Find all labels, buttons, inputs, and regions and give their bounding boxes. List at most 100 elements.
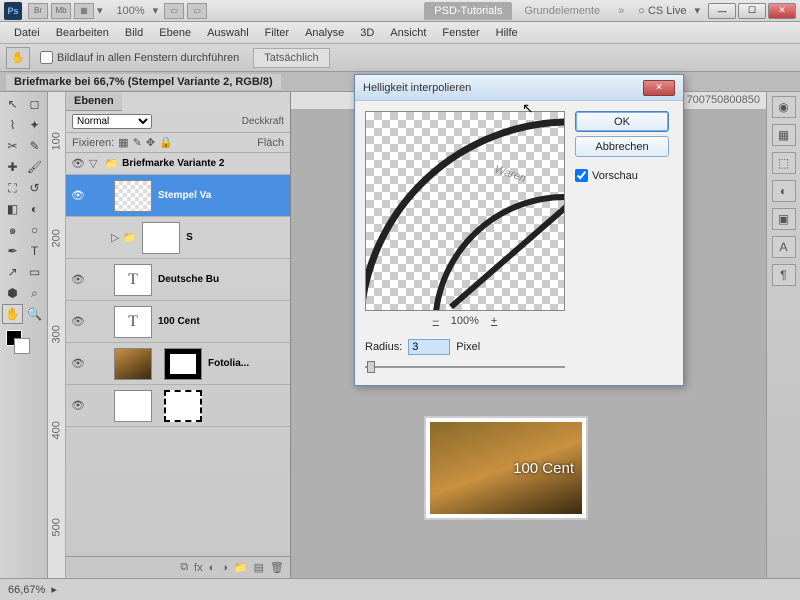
3d-tool[interactable]: ⬢ [2,283,23,303]
paragraph-panel-icon[interactable]: ¶ [772,264,796,286]
layer-thumbnail[interactable]: T [114,306,152,338]
lock-all-icon[interactable]: 🔒 [159,136,173,149]
layer-row[interactable]: 👁 [66,385,290,427]
menu-analyse[interactable]: Analyse [297,27,352,39]
layer-thumbnail[interactable] [114,348,152,380]
character-panel-icon[interactable]: A [772,236,796,258]
color-panel-icon[interactable]: ◉ [772,96,796,118]
layer-thumbnail[interactable]: T [114,264,152,296]
adjustments-panel-icon[interactable]: ◐ [772,180,796,202]
menu-ebene[interactable]: Ebene [151,27,199,39]
minimize-button[interactable]: — [708,3,736,19]
layer-thumbnail[interactable] [114,390,152,422]
color-swatches[interactable] [2,330,45,358]
layer-mask-thumbnail[interactable] [164,390,202,422]
current-tool-icon[interactable]: ✋ [6,47,30,69]
menu-hilfe[interactable]: Hilfe [488,27,526,39]
menu-filter[interactable]: Filter [257,27,297,39]
layer-thumbnail[interactable] [142,222,180,254]
layer-mask-thumbnail[interactable] [164,348,202,380]
status-zoom[interactable]: 66,67% [8,584,45,596]
chevron-right-icon[interactable]: » [618,5,624,17]
blend-mode-select[interactable]: Normal [72,114,152,129]
dialog-close-button[interactable]: ✕ [643,80,675,96]
hand-tool[interactable]: ✋ [2,304,23,324]
radius-input[interactable] [408,339,450,355]
eraser-tool[interactable]: ◧ [2,199,23,219]
radius-slider[interactable] [365,359,565,375]
menu-ansicht[interactable]: Ansicht [382,27,434,39]
crop-tool[interactable]: ✂ [2,136,23,156]
styles-panel-icon[interactable]: ⬚ [772,152,796,174]
lock-pixels-icon[interactable]: ✎ [133,136,142,149]
zoom-level[interactable]: 100% [117,5,145,17]
swatches-panel-icon[interactable]: ▦ [772,124,796,146]
actual-pixels-button[interactable]: Tatsächlich [253,48,329,68]
layer-row[interactable]: 👁 T Deutsche Bu [66,259,290,301]
dialog-titlebar[interactable]: Helligkeit interpolieren ✕ [355,75,683,101]
visibility-icon[interactable]: 👁 [70,357,86,370]
dropdown-icon[interactable]: ▾ [694,4,700,17]
pen-tool[interactable]: ✒ [2,241,23,261]
marquee-tool[interactable]: ◻ [24,94,45,114]
document-tab[interactable]: Briefmarke bei 66,7% (Stempel Variante 2… [6,74,281,90]
blur-tool[interactable]: ๑ [2,220,23,240]
layers-tab[interactable]: Ebenen [66,92,122,111]
visibility-icon[interactable]: 👁 [70,273,86,286]
menu-3d[interactable]: 3D [352,27,382,39]
background-color[interactable] [14,338,30,354]
lasso-tool[interactable]: ⌇ [2,115,23,135]
slider-thumb[interactable] [367,361,375,373]
healing-tool[interactable]: ✚ [2,157,23,177]
layer-thumbnail[interactable] [114,180,152,212]
lock-position-icon[interactable]: ✥ [146,136,155,149]
disclosure-triangle-icon[interactable]: ▽ [89,157,97,170]
layer-group[interactable]: 👁 ▽ 📁 Briefmarke Variante 2 [66,153,290,175]
preview-checkbox[interactable]: Vorschau [575,169,669,182]
3d-camera-tool[interactable]: ⌕ [24,283,45,303]
shape-tool[interactable]: ▭ [24,262,45,282]
lock-transparency-icon[interactable]: ▦ [118,136,128,149]
view-extras-button[interactable]: ▦ [74,3,94,19]
stamp-tool[interactable]: ⛶ [2,178,23,198]
layer-row[interactable]: ▷ 📁 S [66,217,290,259]
workspace-tab[interactable]: Grundelemente [514,2,610,20]
type-tool[interactable]: T [24,241,45,261]
trash-icon[interactable]: 🗑 [270,561,284,574]
visibility-icon[interactable]: 👁 [70,157,86,170]
eyedropper-tool[interactable]: ✎ [24,136,45,156]
cs-live-button[interactable]: CS Live [638,5,686,17]
layer-row[interactable]: 👁 T 100 Cent [66,301,290,343]
status-arrow-icon[interactable]: ▸ [51,583,57,596]
close-button[interactable]: ✕ [768,3,796,19]
ok-button[interactable]: OK [575,111,669,132]
preview-box[interactable]: Waren [365,111,565,311]
arrange-button[interactable]: ▭ [164,3,184,19]
fx-icon[interactable]: fx [194,562,203,574]
visibility-icon[interactable]: 👁 [70,189,86,202]
zoom-tool[interactable]: 🔍 [24,304,45,324]
layer-row[interactable]: 👁 Stempel Va [66,175,290,217]
zoom-in-button[interactable]: + [491,315,497,327]
dropdown-icon[interactable]: ▾ [97,4,103,17]
screen-mode-button[interactable]: ▭ [187,3,207,19]
gradient-tool[interactable]: ◐ [24,199,45,219]
visibility-icon[interactable]: 👁 [70,399,86,412]
dropdown-icon[interactable]: ▾ [153,4,159,17]
bridge-button[interactable]: Br [28,3,48,19]
adjustment-icon[interactable]: ◑ [221,562,228,574]
move-tool[interactable]: ↖ [2,94,23,114]
visibility-icon[interactable]: 👁 [70,315,86,328]
folder-icon[interactable]: 📁 [234,561,248,574]
brush-tool[interactable]: 🖌 [24,157,45,177]
maximize-button[interactable]: ☐ [738,3,766,19]
layer-row[interactable]: 👁 Fotolia... [66,343,290,385]
menu-bild[interactable]: Bild [117,27,151,39]
menu-bearbeiten[interactable]: Bearbeiten [48,27,117,39]
menu-datei[interactable]: Datei [6,27,48,39]
zoom-out-button[interactable]: – [433,315,439,327]
menu-auswahl[interactable]: Auswahl [199,27,257,39]
new-layer-icon[interactable]: ▤ [254,561,264,574]
masks-panel-icon[interactable]: ▣ [772,208,796,230]
path-tool[interactable]: ↗ [2,262,23,282]
